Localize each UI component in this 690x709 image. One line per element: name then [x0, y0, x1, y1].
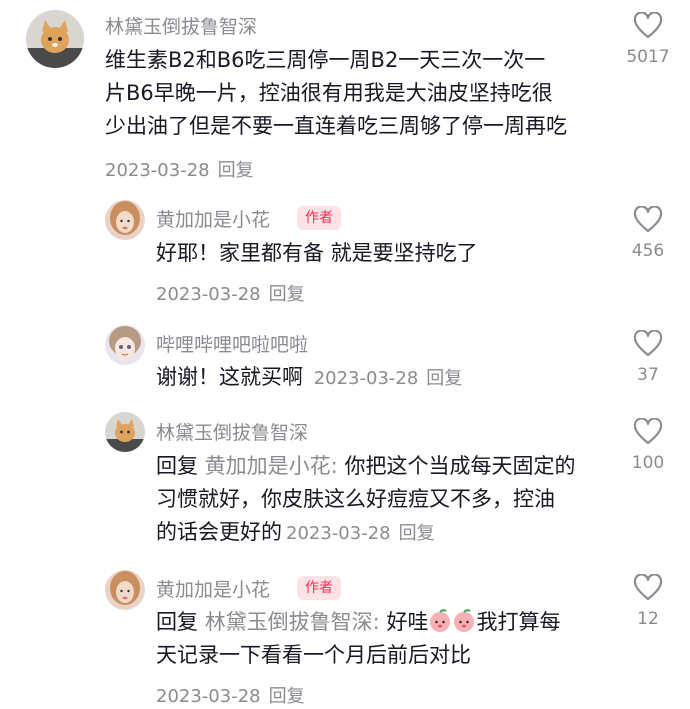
comment-meta: 2023-03-28 回复 [105, 156, 254, 182]
username[interactable]: 林黛玉倒拔鲁智深 [105, 12, 257, 39]
heart-icon [633, 330, 663, 357]
comment-text-content: 谢谢！这就买啊 [156, 365, 303, 389]
anime-avatar-icon [105, 325, 145, 365]
comment-text-line: 回复 黄加加是小花: 你把这个当成每天固定的 [156, 450, 616, 483]
comment-text: 维生素B2和B6吃三周停一周B2一天三次一次一 片B6早晚一片，控油很有用我是大… [105, 44, 605, 143]
comment-meta: 2023-03-28 回复 [286, 523, 435, 544]
comment-text-content: 你把这个当成每天固定的 [344, 454, 576, 478]
reply-to-username[interactable]: 林黛玉倒拔鲁智深: [205, 610, 380, 634]
username[interactable]: 林黛玉倒拔鲁智深 [156, 418, 308, 445]
avatar[interactable] [105, 570, 145, 610]
comment-date: 2023-03-28 [286, 523, 391, 544]
comment-text-line: 习惯就好，你皮肤这么好痘痘又不多，控油 [156, 487, 555, 511]
reply-button[interactable]: 回复 [399, 523, 435, 544]
girl-avatar-icon [105, 570, 145, 610]
avatar[interactable] [105, 412, 145, 452]
like-count: 100 [631, 453, 665, 473]
like-count: 5017 [626, 47, 670, 67]
comment-text-line: 天记录一下看看一个月后前后对比 [156, 643, 471, 667]
username[interactable]: 黄加加是小花 [156, 575, 270, 602]
reply-button[interactable]: 回复 [269, 686, 305, 707]
username[interactable]: 黄加加是小花 [156, 205, 270, 232]
reply-button[interactable]: 回复 [426, 368, 462, 389]
like-count: 37 [637, 365, 659, 385]
comment-meta: 2023-03-28 回复 [156, 682, 305, 708]
comment-text: 回复 黄加加是小花: 你把这个当成每天固定的 习惯就好，你皮肤这么好痘痘又不多，… [156, 450, 616, 550]
girl-avatar-icon [105, 200, 145, 240]
like-button[interactable]: 100 [618, 418, 678, 473]
comment-text-content: 好哇 [386, 610, 429, 634]
avatar[interactable] [105, 200, 145, 240]
username[interactable]: 哔哩哔哩吧啦吧啦 [156, 330, 308, 357]
comment-meta: 2023-03-28 回复 [314, 368, 463, 389]
comment-date: 2023-03-28 [105, 160, 210, 181]
peach-face-icon [430, 609, 451, 632]
reply-button[interactable]: 回复 [269, 284, 305, 305]
peach-face-icon [454, 609, 475, 632]
comment-text-line: 片B6早晚一片，控油很有用我是大油皮坚持吃很 [105, 81, 553, 105]
reply-to-username[interactable]: 黄加加是小花: [205, 454, 338, 478]
comment-text-line: 少出油了但是不要一直连着吃三周够了停一周再吃 [105, 114, 567, 138]
avatar[interactable] [26, 10, 84, 68]
reply-prefix: 回复 [156, 454, 198, 478]
comment-date: 2023-03-28 [156, 284, 261, 305]
comment-text-line: 回复 林黛玉倒拔鲁智深: 好哇 我打算每 [156, 606, 616, 639]
comment-text-content: 我打算每 [476, 610, 561, 634]
heart-icon [633, 206, 663, 233]
heart-icon [633, 574, 663, 601]
like-count: 456 [631, 241, 665, 261]
avatar[interactable] [105, 325, 145, 365]
comment-text-content: 的话会更好的 [156, 520, 282, 544]
comment-meta: 2023-03-28 回复 [156, 280, 305, 306]
comment-text: 谢谢！这就买啊 2023-03-28 回复 [156, 361, 616, 395]
comment-date: 2023-03-28 [156, 686, 261, 707]
heart-icon [633, 12, 663, 39]
reply-prefix: 回复 [156, 610, 198, 634]
author-badge: 作者 [297, 576, 341, 600]
cat-avatar-icon [26, 10, 84, 68]
like-button[interactable]: 5017 [618, 12, 678, 67]
heart-icon [633, 418, 663, 445]
comment-text: 回复 林黛玉倒拔鲁智深: 好哇 我打算每 天记录一下看看一个月后前后对比 [156, 606, 616, 672]
like-button[interactable]: 12 [618, 574, 678, 629]
like-count: 12 [637, 609, 659, 629]
reply-button[interactable]: 回复 [218, 160, 254, 181]
comment-text: 好耶！家里都有备 就是要坚持吃了 [156, 241, 478, 265]
author-badge: 作者 [297, 206, 341, 230]
comment-date: 2023-03-28 [313, 368, 419, 389]
comment-text-line: 维生素B2和B6吃三周停一周B2一天三次一次一 [105, 48, 546, 72]
cat-avatar-icon [105, 412, 145, 452]
comment-text-line: 的话会更好的 2023-03-28 回复 [156, 516, 616, 550]
like-button[interactable]: 37 [618, 330, 678, 385]
like-button[interactable]: 456 [618, 206, 678, 261]
